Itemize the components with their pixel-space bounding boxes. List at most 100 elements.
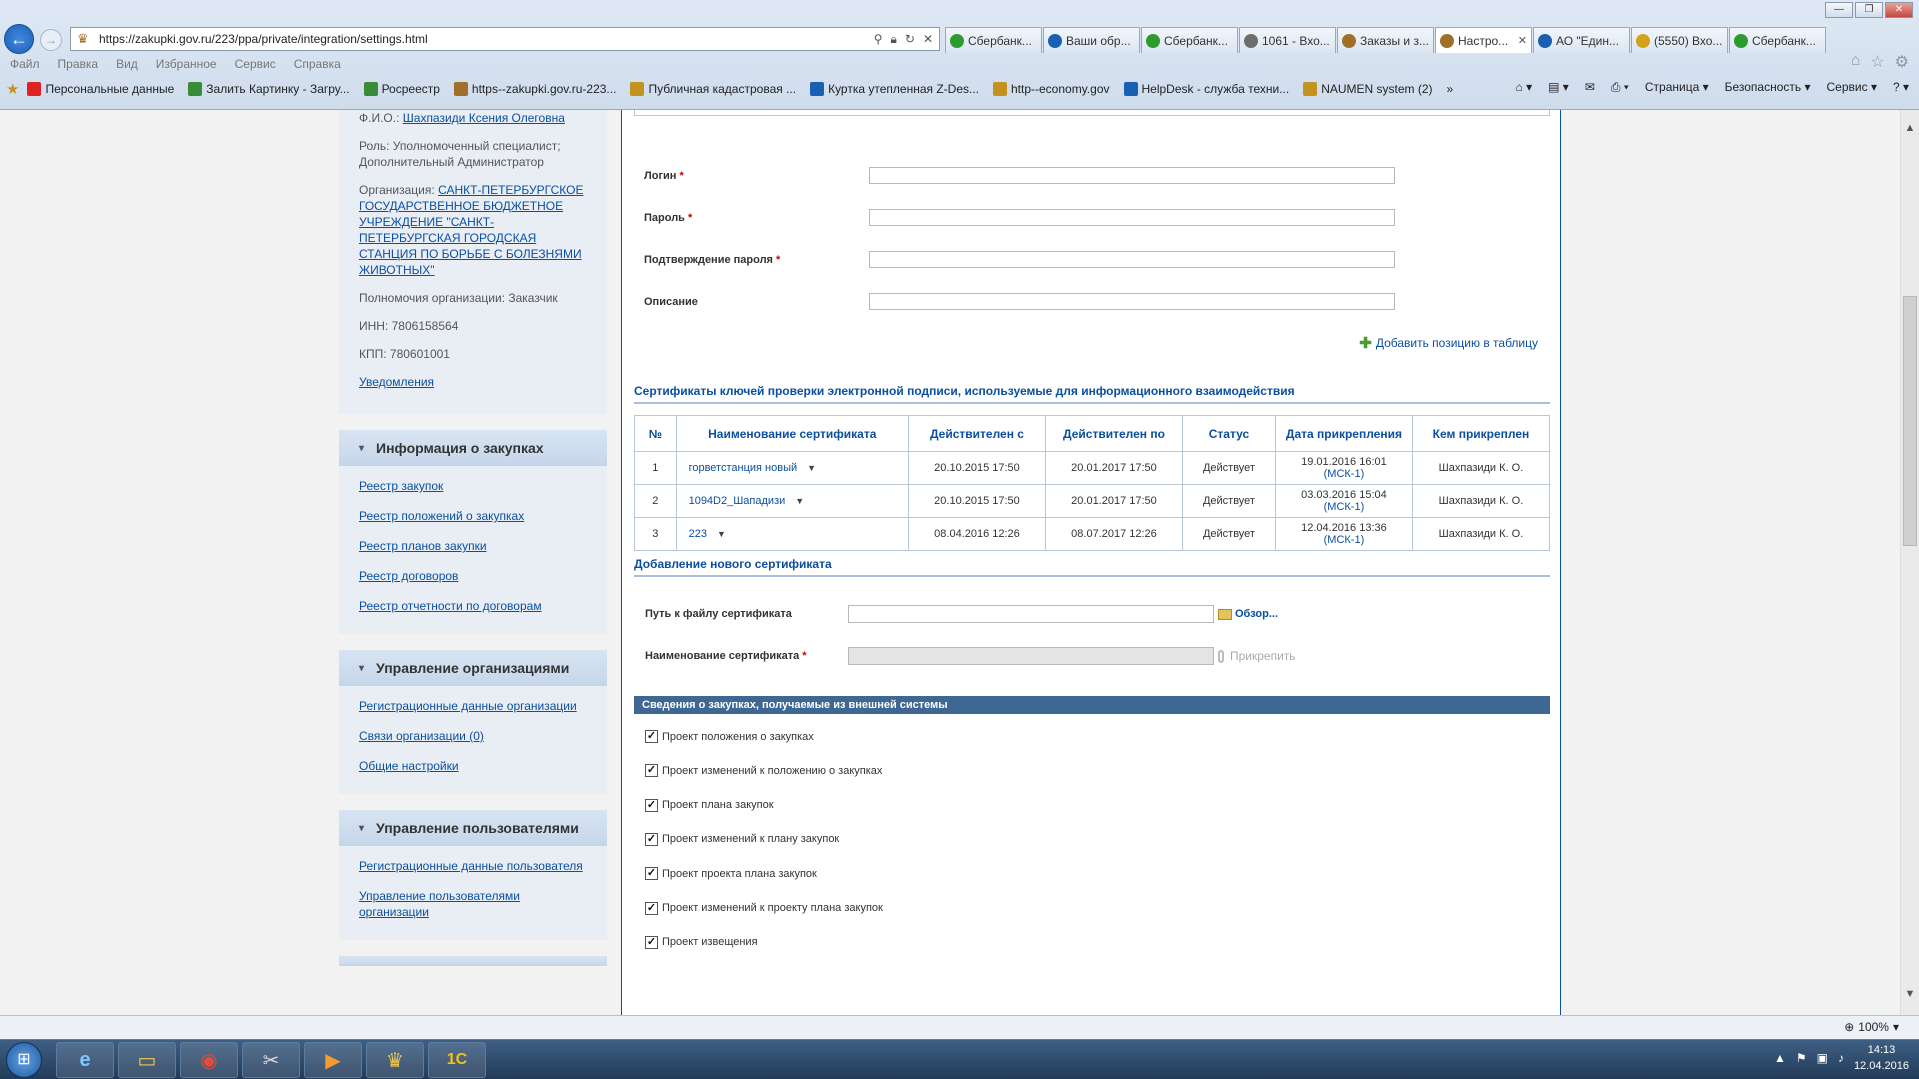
favorite-link[interactable]: http--economy.gov: [993, 82, 1110, 96]
back-button[interactable]: ←: [4, 24, 34, 54]
menu-item[interactable]: Избранное: [156, 57, 217, 71]
lock-icon[interactable]: 🔒︎: [890, 32, 896, 47]
tray-flag-icon[interactable]: ⚑: [1796, 1051, 1807, 1065]
menu-item[interactable]: Вид: [116, 57, 138, 71]
favorite-link[interactable]: HelpDesk - служба техни...: [1123, 82, 1289, 96]
dropdown-caret-icon[interactable]: ▼: [717, 529, 726, 539]
vertical-scrollbar[interactable]: ▲ ▼: [1900, 110, 1919, 1015]
tray-volume-icon[interactable]: ♪: [1838, 1051, 1844, 1065]
browser-tab[interactable]: Сбербанк...: [1141, 27, 1238, 53]
login-input[interactable]: [869, 167, 1395, 184]
description-input[interactable]: [869, 293, 1395, 310]
browser-tab[interactable]: Сбербанк...: [1729, 27, 1826, 53]
cmd-service[interactable]: Сервис ▾: [1827, 80, 1877, 95]
favorite-link[interactable]: Росреестр: [363, 82, 440, 96]
browser-tab[interactable]: Ваши обр...: [1043, 27, 1140, 53]
browse-button[interactable]: Обзор...: [1218, 608, 1278, 620]
checkbox[interactable]: ✓: [645, 730, 658, 743]
tab-close-icon[interactable]: ✕: [1518, 34, 1527, 47]
zoom-control[interactable]: ⊕ 100% ▾: [1844, 1020, 1899, 1034]
add-position-button[interactable]: ✚ Добавить позицию в таблицу: [1359, 334, 1538, 352]
mail-icon[interactable]: ✉: [1585, 80, 1595, 95]
close-window-button[interactable]: ✕: [1885, 2, 1913, 18]
certificate-path-input[interactable]: [848, 605, 1214, 623]
browser-tab[interactable]: Заказы и з...: [1337, 27, 1434, 53]
browser-tab[interactable]: Настро... ✕: [1435, 27, 1532, 53]
taskbar-chrome-icon[interactable]: ◉: [180, 1042, 238, 1078]
menu-item[interactable]: Справка: [294, 57, 341, 71]
organization-link[interactable]: САНКТ-ПЕТЕРБУРГСКОЕ ГОСУДАРСТВЕННОЕ БЮДЖ…: [359, 183, 583, 277]
cmd-page[interactable]: Страница ▾: [1645, 80, 1709, 95]
taskbar-ie-icon[interactable]: e: [56, 1042, 114, 1078]
external-option[interactable]: ✓ Проект проекта плана закупок: [645, 867, 817, 881]
browser-tab[interactable]: (5550) Вхо...: [1631, 27, 1728, 53]
scroll-up-icon[interactable]: ▲: [1903, 122, 1917, 134]
print-icon[interactable]: ⎙ ▾: [1611, 80, 1629, 95]
sidebar-link[interactable]: Управление пользователями организации: [359, 888, 587, 920]
notifications-link[interactable]: Уведомления: [359, 375, 434, 389]
external-option[interactable]: ✓ Проект плана закупок: [645, 798, 774, 812]
attach-button[interactable]: Прикрепить: [1218, 649, 1296, 663]
checkbox[interactable]: ✓: [645, 867, 658, 881]
external-option[interactable]: ✓ Проект изменений к положению о закупках: [645, 764, 882, 778]
refresh-icon[interactable]: ↻: [905, 32, 915, 47]
home-cmd-icon[interactable]: ⌂ ▾: [1516, 80, 1533, 95]
sidebar-section-header[interactable]: ▾ Управление организациями: [339, 650, 607, 686]
address-bar[interactable]: ♛ https://zakupki.gov.ru/223/ppa/private…: [70, 27, 940, 51]
taskbar-media-icon[interactable]: ▶: [304, 1042, 362, 1078]
favorite-link[interactable]: Залить Картинку - Загру...: [188, 82, 350, 96]
taskbar-explorer-icon[interactable]: ▭: [118, 1042, 176, 1078]
browser-tab[interactable]: Сбербанк...: [945, 27, 1042, 53]
taskbar-app-icon[interactable]: ♛: [366, 1042, 424, 1078]
password-input[interactable]: [869, 209, 1395, 226]
scroll-thumb[interactable]: [1903, 296, 1917, 546]
search-icon[interactable]: ⚲: [874, 32, 883, 47]
sidebar-section-header[interactable]: ▾ Информация о закупках: [339, 430, 607, 466]
taskbar-snipping-icon[interactable]: ✂: [242, 1042, 300, 1078]
scroll-down-icon[interactable]: ▼: [1903, 988, 1917, 1000]
stop-icon[interactable]: ✕: [923, 32, 933, 47]
rss-icon[interactable]: ▤ ▾: [1548, 80, 1569, 95]
menu-item[interactable]: Сервис: [235, 57, 276, 71]
minimize-button[interactable]: —: [1825, 2, 1853, 18]
checkbox[interactable]: ✓: [645, 764, 658, 778]
sidebar-link[interactable]: Реестр отчетности по договорам: [359, 598, 587, 614]
favorite-link[interactable]: https--zakupki.gov.ru-223...: [453, 82, 616, 96]
favorites-star-icon[interactable]: ☆: [1870, 52, 1884, 72]
help-icon[interactable]: ? ▾: [1893, 80, 1909, 95]
confirm-password-input[interactable]: [869, 251, 1395, 268]
dropdown-caret-icon[interactable]: ▼: [795, 496, 804, 506]
certificate-name-link[interactable]: 1094D2_Шападизи: [689, 495, 786, 507]
certificate-name-input[interactable]: [848, 647, 1214, 665]
sidebar-link[interactable]: Общие настройки: [359, 758, 587, 774]
menu-item[interactable]: Файл: [10, 57, 40, 71]
tray-arrow-icon[interactable]: ▲: [1774, 1051, 1786, 1065]
sidebar-link[interactable]: Регистрационные данные организации: [359, 698, 587, 714]
browser-tab[interactable]: АО "Един...: [1533, 27, 1630, 53]
system-clock[interactable]: 14:13 12.04.2016: [1854, 1042, 1909, 1074]
taskbar-1c-icon[interactable]: 1С: [428, 1042, 486, 1078]
checkbox[interactable]: ✓: [645, 901, 658, 915]
user-fio-link[interactable]: Шахпазиди Ксения Олеговна: [403, 111, 565, 125]
favorite-link[interactable]: NAUMEN system (2): [1303, 82, 1433, 96]
favorite-link[interactable]: Персональные данные: [27, 82, 174, 96]
external-option[interactable]: ✓ Проект изменений к плану закупок: [645, 832, 839, 846]
forward-button[interactable]: →: [40, 29, 62, 51]
menu-item[interactable]: Правка: [58, 57, 99, 71]
sidebar-link[interactable]: Регистрационные данные пользователя: [359, 858, 587, 874]
certificate-name-link[interactable]: 223: [689, 528, 707, 540]
external-option[interactable]: ✓ Проект положения о закупках: [645, 730, 814, 743]
certificate-name-link[interactable]: горветстанция новый: [689, 462, 798, 474]
home-icon[interactable]: ⌂: [1851, 52, 1861, 72]
favorite-link[interactable]: Куртка утепленная Z-Des...: [810, 82, 979, 96]
start-button[interactable]: ⊞: [6, 1042, 42, 1078]
checkbox[interactable]: ✓: [645, 832, 658, 846]
external-option[interactable]: ✓ Проект изменений к проекту плана закупо…: [645, 901, 883, 915]
sidebar-link[interactable]: Реестр планов закупки: [359, 538, 587, 554]
url-text[interactable]: https://zakupki.gov.ru/223/ppa/private/i…: [99, 32, 874, 46]
browser-tab[interactable]: 1061 - Вхо...: [1239, 27, 1336, 53]
sidebar-link[interactable]: Связи организации (0): [359, 728, 587, 744]
tray-network-icon[interactable]: ▣: [1817, 1051, 1828, 1065]
checkbox[interactable]: ✓: [645, 798, 658, 812]
favorites-overflow-icon[interactable]: »: [1447, 82, 1454, 96]
